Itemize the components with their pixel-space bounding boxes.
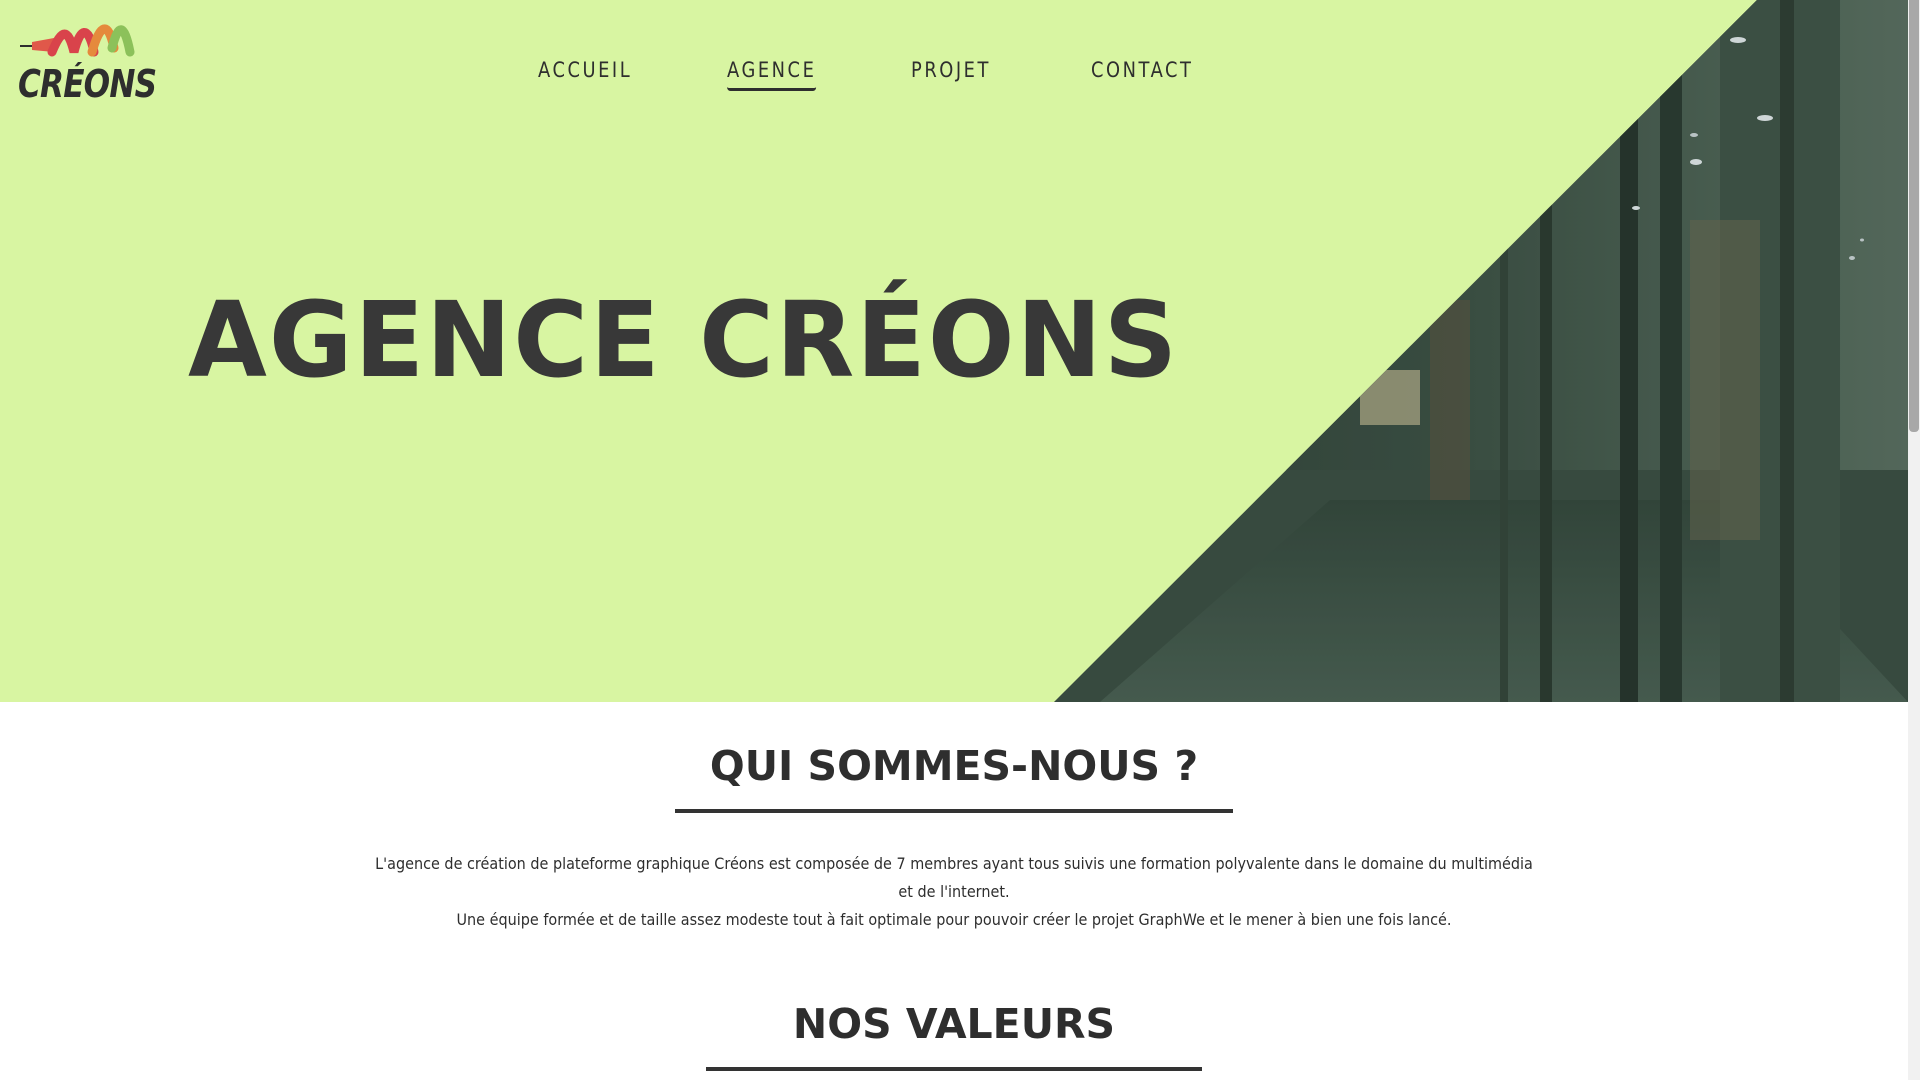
about-title: QUI SOMMES-NOUS ?	[709, 742, 1199, 790]
nav-link-agence[interactable]: AGENCE	[727, 58, 817, 91]
values-title-underline	[706, 1067, 1202, 1071]
main-navigation: ACCUEIL AGENCE PROJET CONTACT	[0, 58, 1908, 98]
about-title-underline	[675, 809, 1233, 813]
values-title: NOS VALEURS	[792, 1000, 1116, 1048]
hero-title: AGENCE CRÉONS	[188, 279, 1180, 401]
hero-section: CRÉONS ACCUEIL AGENCE PROJET CONTACT AGE…	[0, 0, 1908, 702]
nav-link-projet[interactable]: PROJET	[911, 58, 991, 88]
about-section: QUI SOMMES-NOUS ? L'agence de création d…	[0, 740, 1908, 934]
page: CRÉONS ACCUEIL AGENCE PROJET CONTACT AGE…	[0, 0, 1920, 1080]
nav-link-accueil[interactable]: ACCUEIL	[538, 58, 632, 88]
page-scrollbar[interactable]	[1908, 0, 1920, 1080]
about-paragraph: L'agence de création de plateforme graph…	[375, 854, 1533, 901]
about-description: L'agence de création de plateforme graph…	[304, 850, 1604, 934]
values-section: NOS VALEURS	[0, 998, 1908, 1071]
about-paragraph: Une équipe formée et de taille assez mod…	[456, 910, 1452, 929]
nav-link-contact[interactable]: CONTACT	[1091, 58, 1194, 88]
scrollbar-thumb[interactable]	[1909, 0, 1919, 432]
